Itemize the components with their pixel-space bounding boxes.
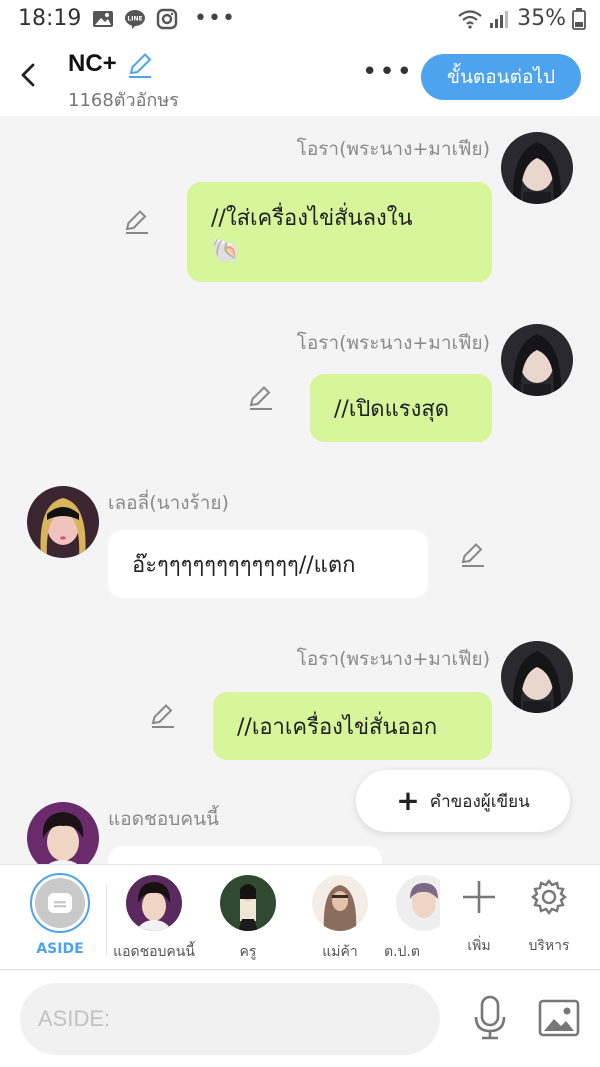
message-bubble[interactable]: //ใส่เครื่องไข่สั่นลงใน 🐚 — [187, 182, 492, 282]
battery-icon — [572, 7, 586, 30]
aside-chat-icon — [48, 893, 72, 913]
divider — [106, 885, 107, 955]
plus-icon — [463, 881, 495, 913]
message-text: //ใส่เครื่องไข่สั่นลงใน — [211, 205, 413, 231]
chat-header: NC+ 1168ตัวอักษร ••• ขั้นตอนต่อไป — [0, 40, 600, 116]
shell-emoji: 🐚 — [211, 236, 241, 265]
message-text: อ๊ะๆๆๆๆๆๆๆๆๆๆๆๆ//แตก — [132, 552, 356, 578]
edit-message-icon[interactable] — [458, 541, 486, 569]
character-aside[interactable]: ASIDE — [14, 873, 106, 965]
message-input-bar — [0, 971, 600, 1067]
instagram-icon — [156, 8, 178, 30]
signal-icon — [490, 10, 509, 28]
avatar[interactable] — [27, 802, 99, 864]
manage-characters-button[interactable]: บริหาร — [514, 877, 584, 957]
status-time: 18:19 — [18, 6, 82, 31]
character-avatar — [312, 875, 368, 931]
character-label: ASIDE — [36, 941, 84, 957]
message-bubble[interactable] — [108, 846, 382, 864]
message-text: //เปิดแรงสุด — [334, 396, 450, 422]
battery-percent: 35% — [517, 6, 566, 31]
wifi-icon — [458, 9, 482, 29]
edit-message-icon[interactable] — [246, 384, 274, 412]
avatar[interactable] — [501, 132, 573, 204]
character-chip[interactable]: แม่ค้า — [294, 875, 386, 965]
character-avatar — [126, 875, 182, 931]
avatar[interactable] — [501, 641, 573, 713]
plus-icon: + — [396, 784, 420, 817]
sender-name: โอรา(พระนาง+มาเฟีย) — [296, 648, 490, 670]
story-title: NC+ — [68, 50, 117, 77]
author-note-button[interactable]: + คำของผู้เขียน — [356, 770, 570, 832]
avatar[interactable] — [27, 486, 99, 558]
next-step-button[interactable]: ขั้นตอนต่อไป — [421, 54, 581, 100]
aside-avatar — [30, 873, 90, 933]
sender-name: แอดชอบคนนี้ — [108, 808, 220, 830]
notification-icons: LINE ••• — [92, 8, 236, 30]
sender-name: โอรา(พระนาง+มาเฟีย) — [296, 138, 490, 160]
sender-name: โอรา(พระนาง+มาเฟีย) — [296, 332, 490, 354]
character-chip[interactable]: ครู — [202, 875, 294, 965]
manage-label: บริหาร — [528, 938, 570, 954]
microphone-icon[interactable] — [470, 995, 510, 1041]
character-selector-bar: ASIDE แอดชอบคนนี้ ครู แม่ค้า ต.ป.ต เพิ่ม — [0, 864, 600, 970]
status-bar: 18:19 LINE ••• 35% — [0, 0, 600, 40]
chat-area[interactable]: โอรา(พระนาง+มาเฟีย) //ใส่เครื่องไข่สั่นล… — [0, 116, 600, 864]
svg-text:LINE: LINE — [127, 16, 142, 23]
image-picker-icon[interactable] — [538, 999, 580, 1037]
edit-message-icon[interactable] — [148, 702, 176, 730]
message-input[interactable] — [20, 983, 440, 1055]
message-bubble[interactable]: //เอาเครื่องไข่สั่นออก — [213, 692, 492, 760]
character-label: แม่ค้า — [322, 944, 358, 960]
status-right: 35% — [457, 6, 586, 31]
add-character-button[interactable]: เพิ่ม — [444, 877, 514, 957]
message-bubble[interactable]: //เปิดแรงสุด — [310, 374, 492, 442]
line-icon: LINE — [125, 10, 145, 29]
avatar[interactable] — [501, 324, 573, 396]
edit-message-icon[interactable] — [122, 208, 150, 236]
message-bubble[interactable]: อ๊ะๆๆๆๆๆๆๆๆๆๆๆๆ//แตก — [108, 530, 428, 598]
character-avatar — [220, 875, 276, 931]
author-note-label: คำของผู้เขียน — [429, 791, 530, 812]
character-label: ครู — [239, 944, 257, 960]
back-arrow-icon[interactable] — [14, 60, 44, 90]
more-dots-icon: ••• — [194, 6, 236, 31]
character-avatar — [396, 875, 440, 931]
sender-name: เลอลี่(นางร้าย) — [108, 492, 229, 514]
edit-title-icon[interactable] — [126, 51, 154, 79]
character-label: แอดชอบคนนี้ — [113, 944, 195, 960]
character-chip[interactable]: ต.ป.ต — [380, 875, 440, 965]
add-label: เพิ่ม — [467, 938, 491, 954]
message-text: //เอาเครื่องไข่สั่นออก — [237, 714, 438, 740]
character-chip[interactable]: แอดชอบคนนี้ — [108, 875, 200, 965]
more-options-icon[interactable]: ••• — [362, 59, 414, 85]
character-label: ต.ป.ต — [384, 944, 420, 960]
gallery-icon — [93, 11, 113, 27]
gear-icon — [531, 879, 567, 915]
character-count: 1168ตัวอักษร — [68, 90, 179, 111]
